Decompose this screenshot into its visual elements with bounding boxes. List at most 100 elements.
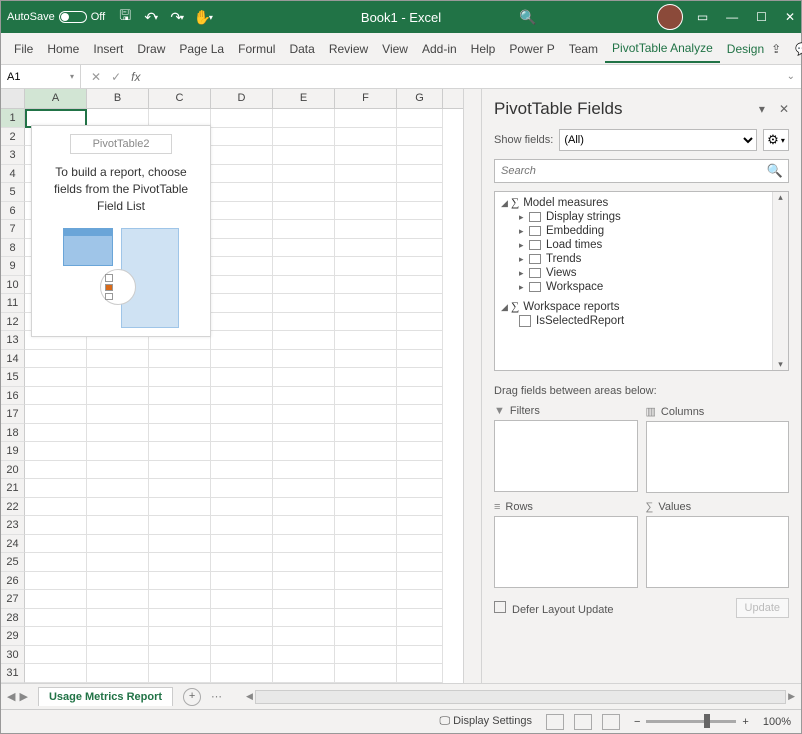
formula-input[interactable]	[150, 65, 780, 88]
cell[interactable]	[335, 276, 397, 295]
tree-scrollbar[interactable]: ▴▾	[772, 192, 788, 370]
cell[interactable]	[25, 498, 87, 517]
cell[interactable]	[87, 387, 149, 406]
cell[interactable]	[397, 461, 443, 480]
cancel-entry-icon[interactable]: ✕	[91, 70, 101, 84]
cell[interactable]	[25, 535, 87, 554]
row-header[interactable]: 20	[1, 461, 25, 480]
row-header[interactable]: 22	[1, 498, 25, 517]
cell[interactable]	[211, 664, 273, 683]
minimize-icon[interactable]: —	[726, 10, 738, 24]
cell[interactable]	[397, 646, 443, 665]
close-icon[interactable]: ✕	[785, 10, 795, 24]
cell[interactable]	[397, 294, 443, 313]
cell[interactable]	[335, 590, 397, 609]
cell[interactable]	[211, 331, 273, 350]
cell[interactable]	[149, 479, 211, 498]
row-header[interactable]: 28	[1, 609, 25, 628]
cell[interactable]	[87, 368, 149, 387]
cell[interactable]	[211, 257, 273, 276]
cell[interactable]	[211, 220, 273, 239]
cell[interactable]	[87, 535, 149, 554]
cell[interactable]	[87, 609, 149, 628]
share-icon[interactable]: ⇪	[771, 42, 781, 56]
column-header-b[interactable]: B	[87, 89, 149, 108]
row-header[interactable]: 6	[1, 202, 25, 221]
cell[interactable]	[25, 350, 87, 369]
rows-drop-area[interactable]	[494, 516, 638, 588]
column-header-g[interactable]: G	[397, 89, 443, 108]
cell[interactable]	[87, 646, 149, 665]
cell[interactable]	[335, 331, 397, 350]
cell[interactable]	[273, 313, 335, 332]
row-header[interactable]: 23	[1, 516, 25, 535]
cell[interactable]	[397, 165, 443, 184]
row-header[interactable]: 14	[1, 350, 25, 369]
cell[interactable]	[273, 220, 335, 239]
row-header[interactable]: 8	[1, 239, 25, 258]
cell[interactable]	[211, 368, 273, 387]
zoom-in-icon[interactable]: +	[742, 716, 748, 728]
cell[interactable]	[149, 646, 211, 665]
prev-sheet-icon[interactable]: ◀	[7, 690, 15, 703]
cell[interactable]	[273, 424, 335, 443]
cell[interactable]	[397, 479, 443, 498]
cell[interactable]	[335, 646, 397, 665]
cell[interactable]	[335, 109, 397, 128]
cell[interactable]	[335, 609, 397, 628]
cell[interactable]	[397, 368, 443, 387]
field-tree[interactable]: ◢∑Model measures ▸Display strings ▸Embed…	[494, 191, 789, 371]
cell[interactable]	[211, 183, 273, 202]
cell[interactable]	[211, 516, 273, 535]
maximize-icon[interactable]: ☐	[756, 10, 767, 24]
comments-icon[interactable]: 💬	[795, 42, 802, 56]
row-header[interactable]: 21	[1, 479, 25, 498]
cell[interactable]	[149, 590, 211, 609]
cell[interactable]	[149, 442, 211, 461]
cell[interactable]	[87, 424, 149, 443]
save-icon[interactable]: 🖫	[117, 9, 133, 25]
row-header[interactable]: 11	[1, 294, 25, 313]
cell[interactable]	[273, 146, 335, 165]
cell[interactable]	[25, 387, 87, 406]
cell[interactable]	[397, 109, 443, 128]
cell[interactable]	[273, 109, 335, 128]
cell[interactable]	[273, 276, 335, 295]
cell[interactable]	[335, 313, 397, 332]
user-avatar[interactable]	[657, 4, 683, 30]
column-header-a[interactable]: A	[25, 89, 87, 108]
cell[interactable]	[273, 479, 335, 498]
row-header[interactable]: 17	[1, 405, 25, 424]
row-header[interactable]: 29	[1, 627, 25, 646]
cell[interactable]	[335, 350, 397, 369]
cell[interactable]	[273, 553, 335, 572]
tab-help[interactable]: Help	[464, 36, 503, 62]
row-header[interactable]: 19	[1, 442, 25, 461]
undo-icon[interactable]: ↶▾	[143, 9, 159, 25]
select-all-corner[interactable]	[1, 89, 25, 108]
cell[interactable]	[273, 294, 335, 313]
tree-item-workspace[interactable]: ▸Workspace	[497, 280, 786, 294]
row-header[interactable]: 1	[1, 109, 25, 128]
row-header[interactable]: 25	[1, 553, 25, 572]
cell[interactable]	[397, 276, 443, 295]
tree-item-isselectedreport[interactable]: IsSelectedReport	[497, 314, 786, 328]
cell[interactable]	[335, 535, 397, 554]
row-header[interactable]: 10	[1, 276, 25, 295]
cell[interactable]	[87, 664, 149, 683]
gear-icon[interactable]: ⚙▾	[763, 129, 789, 151]
cell[interactable]	[273, 442, 335, 461]
display-settings-button[interactable]: 🖵 Display Settings	[439, 715, 532, 728]
cell[interactable]	[335, 294, 397, 313]
cell[interactable]	[87, 572, 149, 591]
show-fields-dropdown[interactable]: (All)	[559, 129, 757, 151]
cell[interactable]	[87, 553, 149, 572]
cell[interactable]	[25, 590, 87, 609]
vertical-scrollbar[interactable]	[463, 89, 481, 683]
cell[interactable]	[211, 405, 273, 424]
cell[interactable]	[273, 590, 335, 609]
cell[interactable]	[149, 664, 211, 683]
touch-mode-icon[interactable]: ✋▾	[195, 9, 211, 25]
cell[interactable]	[397, 128, 443, 147]
cell[interactable]	[397, 590, 443, 609]
